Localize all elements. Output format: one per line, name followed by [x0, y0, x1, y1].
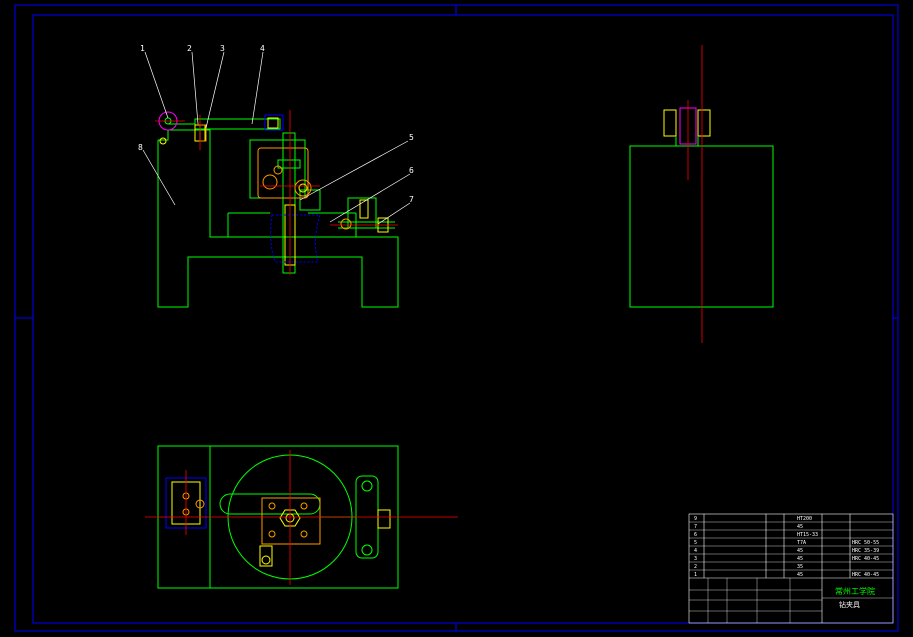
bom-cell-material: 45 [797, 572, 803, 578]
bom-table: 9 HT200 7 45 6 HT15-33 5 T7A HRC 50-55 4 45 HRC 35-… [694, 516, 879, 578]
front-view-parts [158, 111, 389, 266]
callout-5: 5 [409, 133, 414, 142]
bom-cell-no: 7 [694, 524, 697, 530]
school-name: 常州工学院 [835, 586, 875, 596]
drawing-frame [14, 4, 899, 632]
bom-cell-no: 4 [694, 548, 697, 554]
callout-8: 8 [138, 143, 143, 152]
front-view-centerlines [155, 110, 398, 275]
callout-4: 4 [260, 44, 265, 53]
top-view-centerlines [145, 450, 458, 585]
bom-cell-material: 45 [797, 524, 803, 530]
bom-cell-no: 3 [694, 556, 697, 562]
cad-drawing: 1 2 3 4 5 6 7 8 9 HT2007 456 HT15-335 T7… [14, 4, 899, 632]
callout-1: 1 [140, 44, 145, 53]
bom-cell-note: HRC 50-55 [852, 540, 879, 546]
bom-cell-note: HRC 40-45 [852, 556, 879, 562]
bom-cell-material: 35 [797, 564, 803, 570]
front-view [157, 118, 399, 308]
side-view [629, 45, 774, 343]
callout-3: 3 [220, 44, 225, 53]
bom-cell-no: 1 [694, 572, 697, 578]
title-block-lower [689, 578, 893, 623]
bom-cell-material: 45 [797, 556, 803, 562]
drawing-name: 钻夹具 [839, 600, 860, 609]
bom-cell-note: HRC 40-45 [852, 572, 879, 578]
callout-6: 6 [409, 166, 414, 175]
bom-cell-no: 9 [694, 516, 697, 522]
bom-cell-material: HT15-33 [797, 532, 818, 538]
title-block [688, 513, 894, 624]
bom-cell-material: 45 [797, 548, 803, 554]
callout-2: 2 [187, 44, 192, 53]
bom-cell-no: 2 [694, 564, 697, 570]
bom-cell-material: HT200 [797, 516, 812, 522]
bom-row-lines [689, 521, 893, 571]
bom-cell-material: T7A [797, 540, 806, 546]
bom-cell-no: 6 [694, 532, 697, 538]
bom-cell-note: HRC 35-39 [852, 548, 879, 554]
callout-7: 7 [409, 195, 414, 204]
bom-cell-no: 5 [694, 540, 697, 546]
